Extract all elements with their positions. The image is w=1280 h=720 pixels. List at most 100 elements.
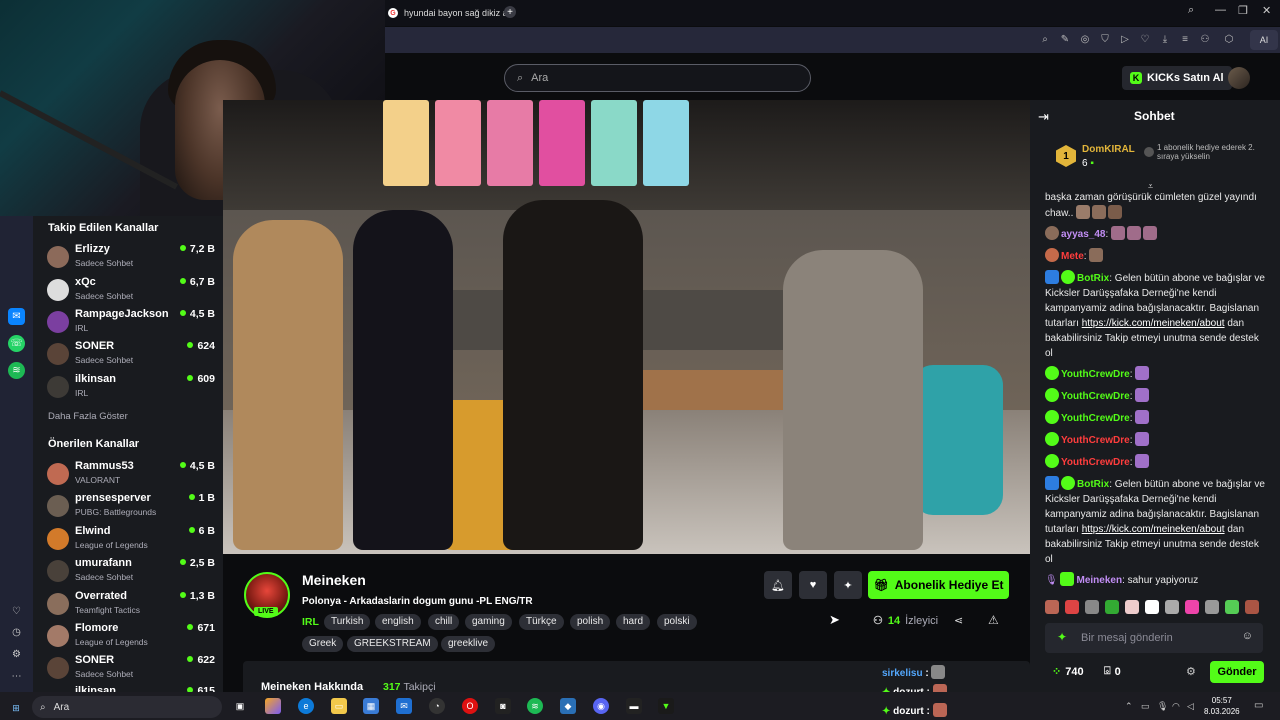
show-more-link[interactable]: Daha Fazla Göster [48, 411, 128, 422]
extension-icon[interactable]: ⬡ [1223, 34, 1235, 46]
heart-icon[interactable]: ♡ [8, 603, 25, 620]
emote-bar[interactable] [1045, 600, 1265, 616]
messenger-icon[interactable]: ✉ [8, 308, 25, 325]
spotify-icon[interactable]: ≋ [8, 362, 25, 379]
heart-icon[interactable]: ♡ [1139, 34, 1151, 46]
clock-date: 8.03.2026 [1204, 707, 1240, 716]
tag[interactable]: polski [657, 614, 697, 630]
system-clock[interactable]: 05:57 8.03.2026 [1204, 695, 1240, 717]
recommended-channel[interactable]: Flomore League of Legends 671 [47, 622, 215, 652]
gift-subscription-button[interactable]: 🎁︎ Abonelik Hediye Et [868, 571, 1009, 599]
recommended-channel[interactable]: SONER Sadece Sohbet 622 [47, 654, 215, 684]
followed-channel[interactable]: ilkinsan IRL 609 [47, 373, 215, 403]
tag[interactable]: Türkçe [519, 614, 564, 630]
store-icon[interactable]: ▦ [363, 698, 379, 714]
recommended-channel[interactable]: umurafann Sadece Sohbet 2,5 B [47, 557, 215, 587]
chat-message-input[interactable]: ✦ Bir mesaj gönderin ☺ [1045, 623, 1263, 653]
edit-icon[interactable]: ✎ [1059, 34, 1071, 46]
app-icon[interactable]: ◔ [429, 698, 445, 714]
menu-icon[interactable]: ≡ [1179, 34, 1191, 46]
recommended-channel[interactable]: Rammus53 VALORANT 4,5 B [47, 460, 215, 490]
zoom-icon[interactable]: ⌕ [1039, 34, 1051, 46]
chest-points[interactable]: ⌺ 0 [1104, 665, 1121, 678]
channel-points[interactable]: ⁘ 740 [1052, 665, 1084, 679]
tray-icon[interactable]: ▭ [1141, 701, 1150, 712]
channel-name: ilkinsan [75, 685, 116, 692]
send-button[interactable]: Gönder [1210, 661, 1264, 683]
top-gifter-name[interactable]: DomKIRAL [1082, 144, 1135, 155]
tag[interactable]: GREEKSTREAM [347, 636, 438, 652]
chat-settings-icon[interactable]: ⚙ [1186, 665, 1196, 678]
play-icon[interactable]: ▷ [1119, 34, 1131, 46]
whatsapp-icon[interactable]: ☏ [8, 335, 25, 352]
new-tab-button[interactable]: + [504, 6, 516, 18]
channel-name[interactable]: Meineken [302, 572, 366, 588]
followed-channel[interactable]: RampageJackson IRL 4,5 B [47, 308, 215, 338]
viewer-count: 609 [187, 373, 215, 385]
ai-button[interactable]: AI [1250, 30, 1278, 50]
report-icon[interactable]: ⚠ [988, 613, 999, 627]
tag[interactable]: greeklive [441, 636, 496, 652]
opera-icon[interactable]: O [462, 698, 478, 714]
search-input[interactable]: ⌕ Ara [504, 64, 811, 92]
collapse-chat-icon[interactable]: ⇥ [1038, 109, 1049, 125]
task-view-icon[interactable]: ▣ [232, 698, 248, 714]
bell-icon[interactable]: 🔔︎ [764, 571, 792, 599]
volume-icon[interactable]: ◁ [1187, 701, 1194, 712]
search-icon[interactable]: ⌕ [1188, 4, 1194, 17]
video-player[interactable] [223, 100, 1030, 554]
app-icon[interactable]: ▼ [658, 698, 674, 714]
channel-sidebar: Takip Edilen Kanallar Erlizzy Sadece Soh… [33, 216, 223, 692]
download-icon[interactable]: ⤓ [1159, 34, 1171, 46]
spotify-icon[interactable]: ≋ [527, 698, 543, 714]
mail-icon[interactable]: ✉ [396, 698, 412, 714]
emoji-icon[interactable]: ☺ [1242, 630, 1253, 642]
restore-icon[interactable]: ❐ [1238, 4, 1248, 17]
tag[interactable]: chill [428, 614, 460, 630]
followed-channel[interactable]: SONER Sadece Sohbet 624 [47, 340, 215, 370]
terminal-icon[interactable]: ▬ [626, 698, 642, 714]
tag[interactable]: english [375, 614, 421, 630]
notification-icon[interactable]: ▭ [1254, 700, 1263, 711]
tag[interactable]: Greek [302, 636, 344, 652]
category-link[interactable]: IRL [302, 616, 319, 628]
file-explorer-icon[interactable]: ▭ [331, 698, 347, 714]
kicks-buy-button[interactable]: K KICKs Satın Al [1122, 66, 1232, 90]
settings-icon[interactable]: ⚙ [8, 646, 25, 663]
recommended-channel[interactable]: ilkinsan 615 [47, 685, 215, 692]
more-icon[interactable]: ⋯ [8, 668, 25, 685]
sparkle-icon[interactable]: ✦ [834, 571, 862, 599]
windows-start-icon[interactable]: ⊞ [8, 700, 24, 716]
app-icon[interactable]: ◆ [560, 698, 576, 714]
browser-tab[interactable]: G hyundai bayon sağ dikiz a [388, 4, 508, 22]
tag[interactable]: polish [570, 614, 611, 630]
share-icon[interactable]: ⋖ [954, 614, 963, 627]
taskbar-search[interactable]: ⌕ Ara [32, 696, 222, 718]
tag[interactable]: Turkish [324, 614, 371, 630]
mic-icon[interactable]: 🎙︎ [1157, 701, 1168, 712]
followed-channel[interactable]: xQc Sadece Sohbet 6,7 B [47, 276, 215, 306]
shield-icon[interactable]: ⛉ [1099, 34, 1111, 46]
chat-message: başka zaman görüşürük cümleten güzel yay… [1045, 192, 1257, 219]
recommended-channel[interactable]: Elwind League of Legends 6 B [47, 525, 215, 555]
edge-icon[interactable]: e [298, 698, 314, 714]
tag[interactable]: hard [616, 614, 651, 630]
followed-channel[interactable]: Erlizzy Sadece Sohbet 7,2 B [47, 243, 215, 273]
tray-arrow-icon[interactable]: ⌃ [1125, 701, 1133, 712]
camera-icon[interactable]: ◎ [1079, 34, 1091, 46]
discord-icon[interactable]: ◉ [593, 698, 609, 714]
tag[interactable]: gaming [465, 614, 512, 630]
heart-icon[interactable]: ♥ [799, 571, 827, 599]
recommended-channel[interactable]: Overrated Teamfight Tactics 1,3 B [47, 590, 215, 620]
copilot-icon[interactable] [265, 698, 281, 714]
profile-icon[interactable]: ⚇ [1199, 34, 1211, 46]
minimize-icon[interactable]: — [1215, 4, 1226, 16]
wifi-icon[interactable]: ◠ [1172, 701, 1180, 712]
close-icon[interactable]: ✕ [1262, 4, 1271, 17]
rank-badge: 1 [1056, 145, 1076, 167]
app-icon[interactable]: ◙ [495, 698, 511, 714]
history-icon[interactable]: ◷ [8, 624, 25, 641]
recommended-channel[interactable]: prensesperver PUBG: Battlegrounds 1 B [47, 492, 215, 522]
user-avatar[interactable] [1228, 67, 1250, 89]
clock-time: 05:57 [1211, 696, 1232, 705]
